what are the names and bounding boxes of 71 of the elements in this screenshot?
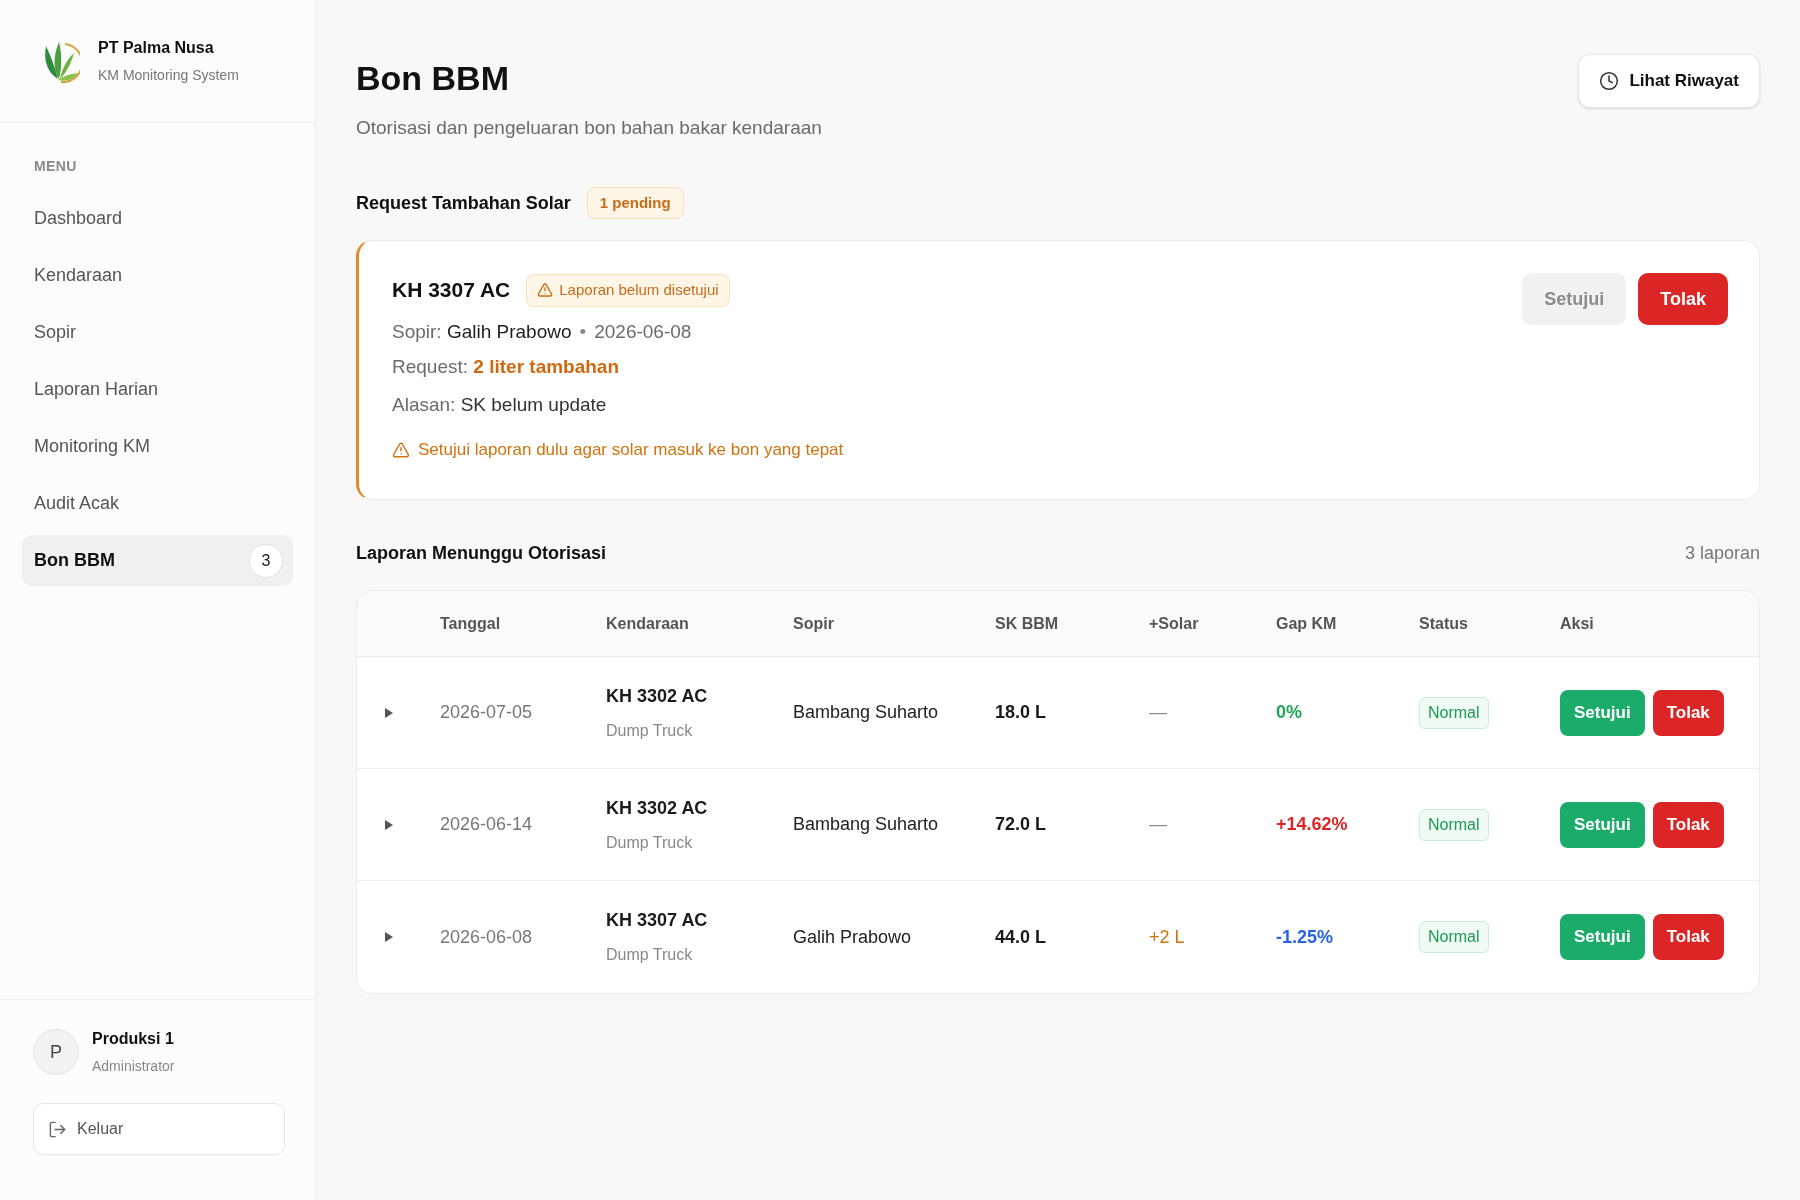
warning-message: Setujui laporan dulu agar solar masuk ke bon yang tepat [418, 439, 844, 462]
vehicle-plate: KH 3307 AC [392, 277, 511, 304]
report-status-text: Laporan belum disetujui [559, 279, 719, 300]
column-header: Sopir [793, 613, 834, 634]
status-tag: Normal [1419, 808, 1489, 841]
table-cell-text: 2026-06-14 [440, 813, 533, 836]
driver-line: Sopir: Galih Prabowo • 2026-06-08 [392, 320, 693, 344]
section-title: Laporan Menunggu Otorisasi [356, 541, 606, 565]
warning-icon [537, 282, 554, 298]
user-role: Administrator [92, 1057, 175, 1076]
request-line: Request: 2 liter tambahan [392, 355, 621, 379]
nav-item[interactable]: Bon BBM 3 [22, 535, 293, 586]
status-tag: Normal [1419, 696, 1489, 729]
vehicle-plate: KH 3302 AC [606, 796, 708, 820]
reject-button[interactable]: Tolak [1652, 914, 1724, 960]
nav-item[interactable]: Audit Acak [22, 478, 293, 529]
table-cell-text: 44.0 L [995, 925, 1047, 949]
vehicle-plate: KH 3302 AC [606, 684, 708, 708]
warning-icon [392, 441, 410, 459]
table-cell-text: Bambang Suharto [793, 701, 939, 724]
report-count: 3 laporan [1684, 541, 1760, 565]
table-cell-text: +14.62% [1276, 813, 1348, 836]
table-cell-text: 72.0 L [995, 813, 1047, 836]
logout-button[interactable]: Keluar [33, 1103, 285, 1155]
table-cell-text: — [1149, 813, 1167, 836]
nav-item[interactable]: Monitoring KM [22, 421, 293, 472]
user-avatar: P [33, 1029, 79, 1075]
reason-line: Alasan: SK belum update [392, 393, 608, 417]
menu-heading: MENU [33, 157, 78, 176]
page-title: Bon BBM [356, 58, 510, 99]
reject-button[interactable]: Tolak [1638, 273, 1728, 325]
table-cell-text: 0% [1276, 701, 1302, 724]
vehicle-type: Dump Truck [606, 832, 693, 853]
vehicle-type: Dump Truck [606, 945, 693, 965]
vehicle-type: Dump Truck [606, 720, 693, 741]
column-header: Kendaraan [606, 613, 689, 634]
reject-button[interactable]: Tolak [1652, 801, 1724, 848]
app-subtitle: KM Monitoring System [98, 66, 239, 85]
caret-icon[interactable] [385, 819, 393, 830]
table-cell-text: -1.25% [1276, 925, 1334, 949]
nav-item[interactable]: Kendaraan [22, 250, 293, 301]
column-header: Status [1419, 613, 1468, 634]
table-cell-text: +2 L [1149, 925, 1185, 949]
status-tag: Normal [1419, 921, 1489, 953]
column-header: SK BBM [995, 613, 1059, 634]
nav-item[interactable]: Laporan Harian [22, 364, 293, 415]
pending-count-tag: 1 pending [586, 187, 684, 219]
table-cell-text: 18.0 L [995, 701, 1047, 724]
history-button[interactable]: Lihat Riwayat [1578, 54, 1760, 108]
table-cell-text: — [1149, 701, 1167, 724]
table-cell-text: 2026-06-08 [440, 925, 533, 949]
table-cell-text: 2026-07-05 [440, 701, 533, 724]
page-subtitle: Otorisasi dan pengeluaran bon bahan bakar kendaraan [356, 116, 822, 140]
column-header: Gap KM [1276, 613, 1337, 634]
column-header: +Solar [1149, 613, 1199, 634]
vehicle-plate: KH 3307 AC [606, 909, 708, 932]
count-badge: 3 [249, 543, 283, 578]
logout-icon [48, 1119, 67, 1139]
nav-item[interactable]: Sopir [22, 307, 293, 358]
company-name: PT Palma Nusa [98, 38, 215, 58]
column-header: Tanggal [440, 613, 501, 634]
reject-button[interactable]: Tolak [1652, 689, 1724, 736]
nav-item[interactable]: Dashboard [22, 193, 293, 244]
user-name: Produksi 1 [92, 1029, 175, 1049]
clock-icon [1599, 71, 1620, 91]
column-header: Aksi [1560, 613, 1594, 634]
table-cell-text: Bambang Suharto [793, 813, 939, 836]
caret-icon[interactable] [385, 707, 393, 718]
table-cell-text: Galih Prabowo [793, 925, 912, 949]
caret-icon[interactable] [385, 932, 393, 942]
section-title: Request Tambahan Solar [356, 191, 571, 215]
